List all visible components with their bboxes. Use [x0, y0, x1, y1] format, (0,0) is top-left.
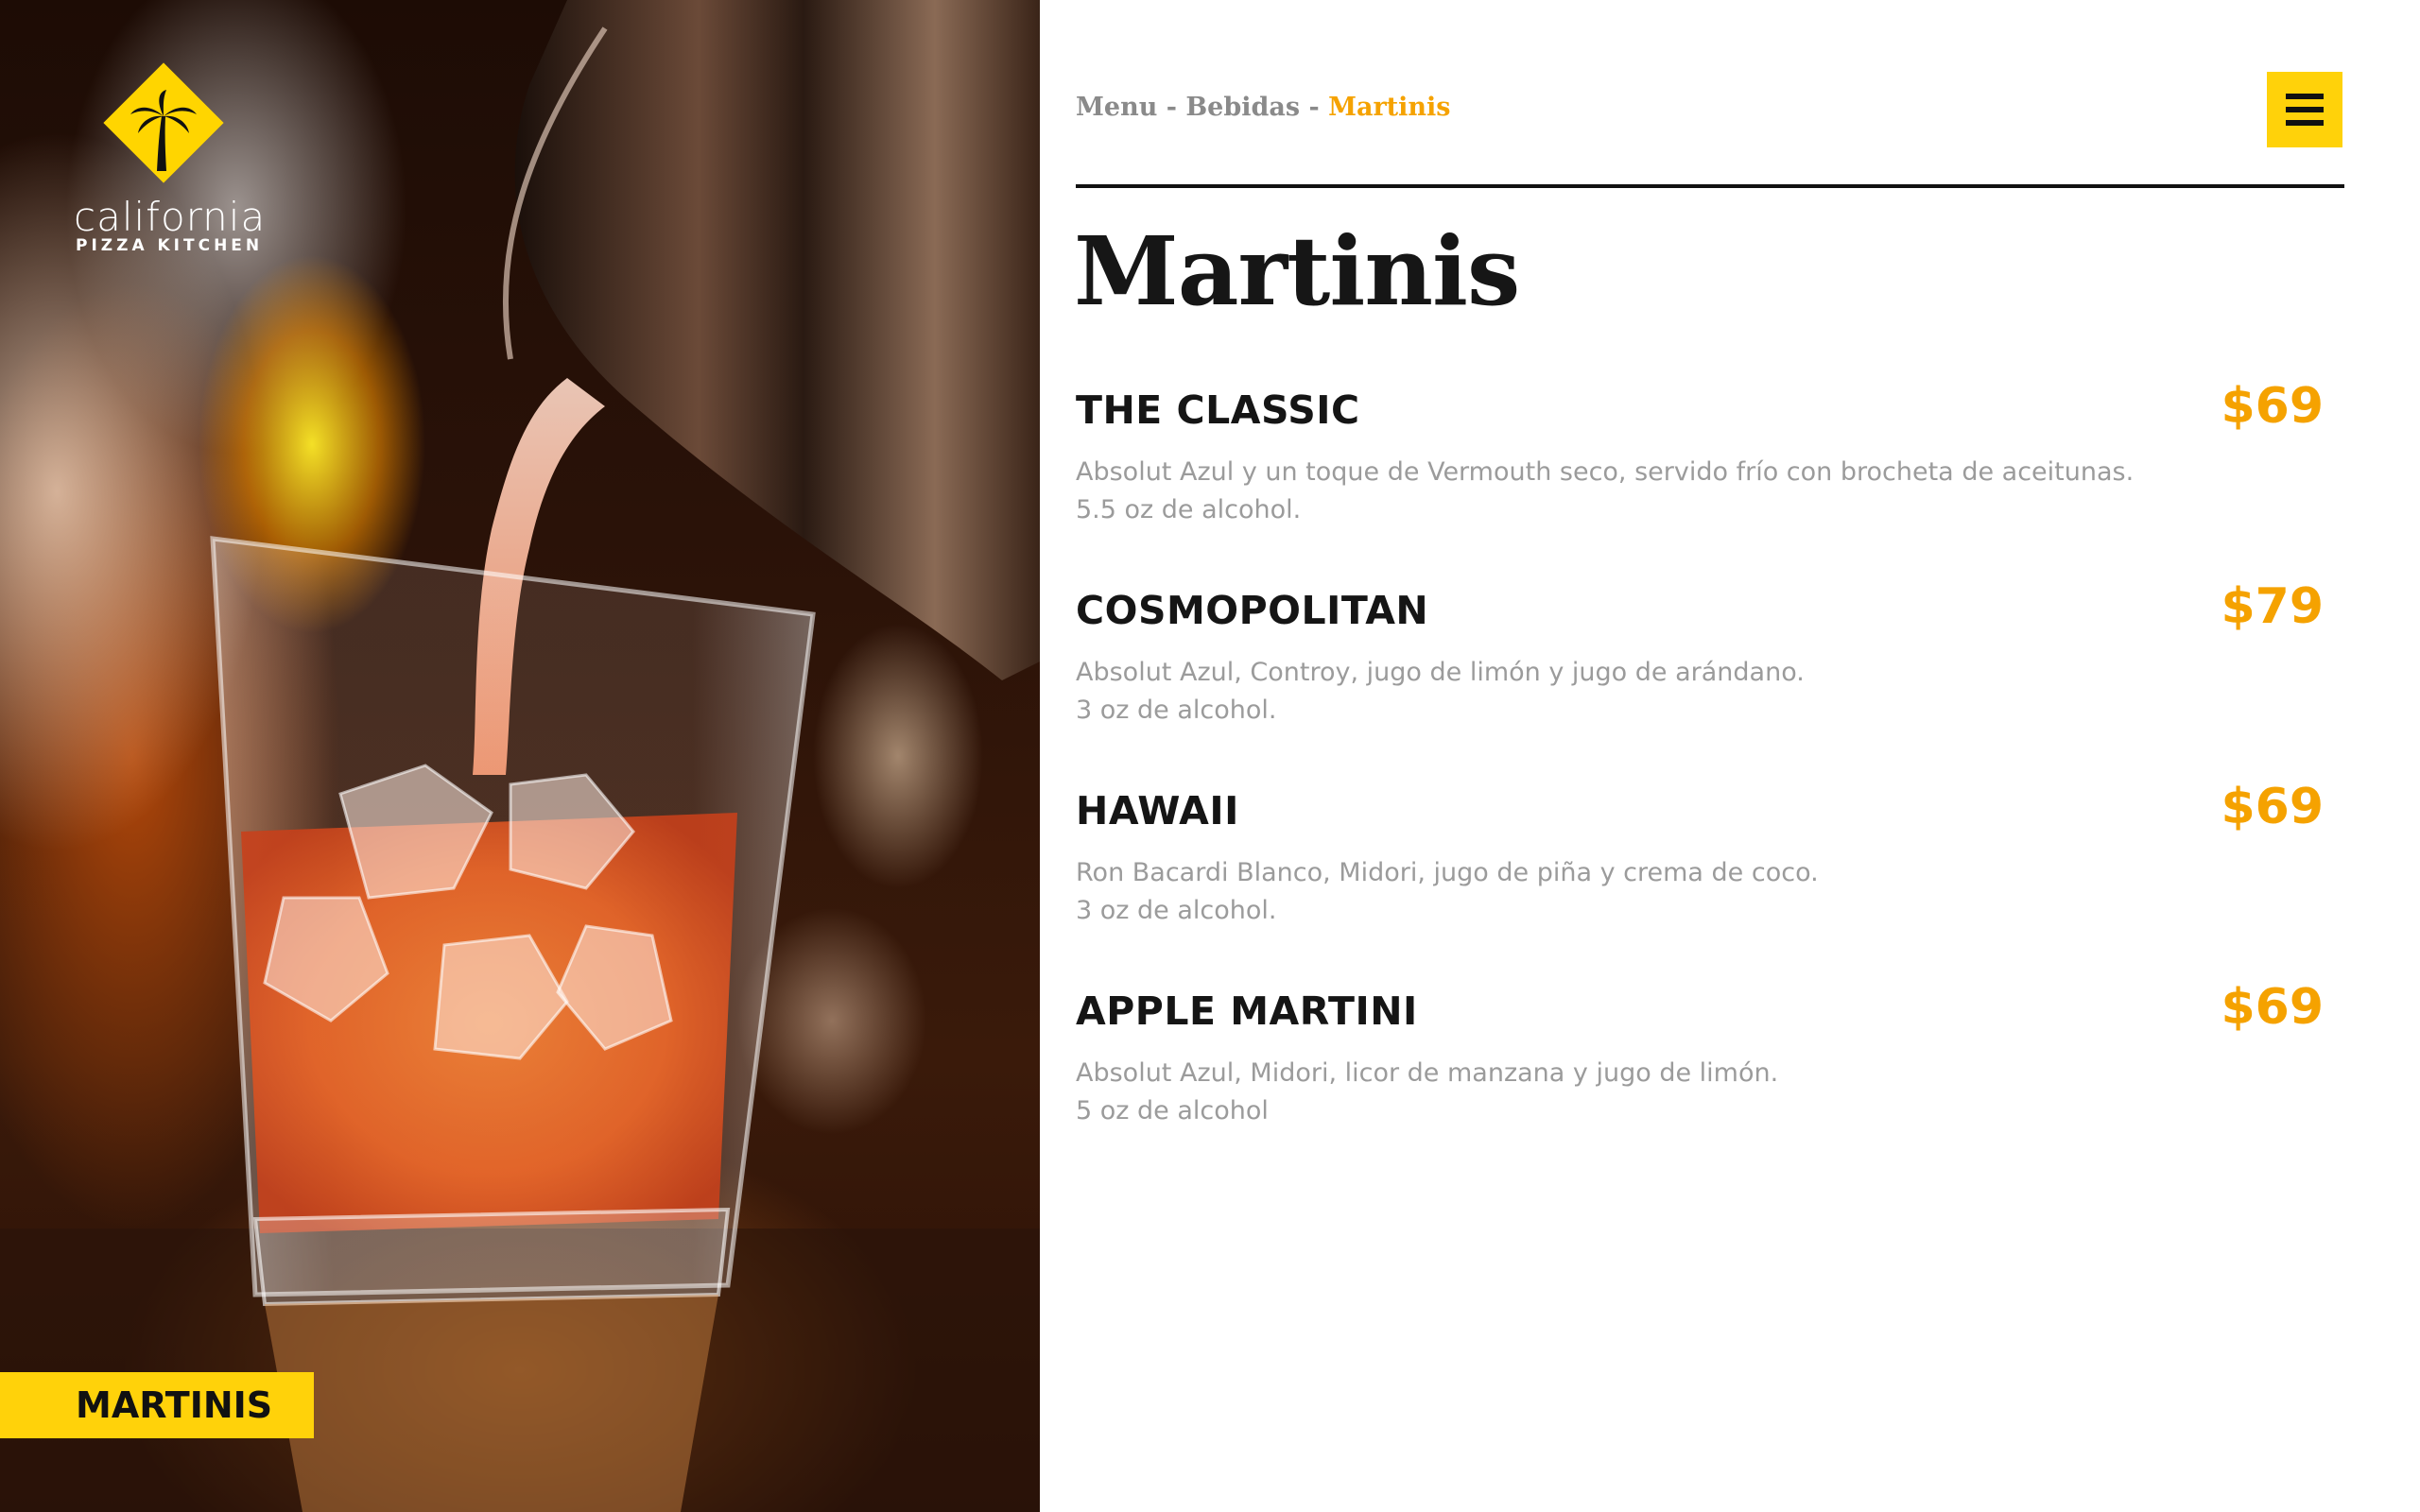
- palm-tree-icon: [130, 90, 197, 171]
- menu-item-description: Ron Bacardi Blanco, Midori, jugo de piña…: [1076, 854, 1819, 930]
- logo-subtitle: PIZZA KITCHEN: [76, 236, 264, 255]
- header-divider: [1076, 184, 2344, 188]
- page-title: Martinis: [1074, 215, 1520, 327]
- breadcrumb-item-bebidas[interactable]: Bebidas: [1185, 93, 1300, 122]
- menu-item-description: Absolut Azul, Controy, jugo de limón y j…: [1076, 654, 1805, 730]
- menu-item-price: $69: [2221, 979, 2324, 1036]
- menu-item-description: Absolut Azul y un toque de Vermouth seco…: [1076, 454, 2134, 529]
- description-text: Absolut Azul, Midori, licor de manzana y…: [1076, 1058, 1779, 1088]
- menu-item-name: APPLE MARTINI: [1076, 988, 1418, 1034]
- menu-button[interactable]: [2267, 72, 2342, 147]
- breadcrumb: Menu - Bebidas - Martinis: [1076, 93, 1451, 122]
- category-tag: MARTINIS: [0, 1372, 314, 1438]
- menu-item-name: THE CLASSIC: [1076, 387, 1360, 433]
- menu-item[interactable]: APPLE MARTINI $69 Absolut Azul, Midori, …: [1076, 979, 2324, 1159]
- hero-photo: california PIZZA KITCHEN MARTINIS: [0, 0, 1040, 1512]
- brand-logo[interactable]: california PIZZA KITCHEN: [74, 62, 320, 260]
- alcohol-text: 3 oz de alcohol.: [1076, 696, 1277, 725]
- alcohol-text: 5 oz de alcohol: [1076, 1096, 1269, 1125]
- alcohol-text: 5.5 oz de alcohol.: [1076, 495, 1302, 524]
- description-text: Ron Bacardi Blanco, Midori, jugo de piña…: [1076, 858, 1819, 887]
- menu-item[interactable]: COSMOPOLITAN $79 Absolut Azul, Controy, …: [1076, 578, 2324, 758]
- hamburger-menu-icon: [2286, 94, 2324, 126]
- menu-item[interactable]: HAWAII $69 Ron Bacardi Blanco, Midori, j…: [1076, 779, 2324, 958]
- description-text: Absolut Azul, Controy, jugo de limón y j…: [1076, 658, 1805, 687]
- menu-item-price: $69: [2221, 378, 2324, 435]
- breadcrumb-current: Martinis: [1328, 93, 1451, 122]
- alcohol-text: 3 oz de alcohol.: [1076, 896, 1277, 925]
- menu-item-name: COSMOPOLITAN: [1076, 588, 1429, 633]
- logo-wordmark: california: [74, 194, 267, 240]
- menu-item[interactable]: THE CLASSIC $69 Absolut Azul y un toque …: [1076, 378, 2324, 558]
- breadcrumb-separator: -: [1157, 93, 1186, 122]
- menu-item-price: $79: [2221, 578, 2324, 635]
- description-text: Absolut Azul y un toque de Vermouth seco…: [1076, 457, 2135, 487]
- menu-item-price: $69: [2221, 779, 2324, 835]
- menu-item-description: Absolut Azul, Midori, licor de manzana y…: [1076, 1055, 1778, 1130]
- menu-item-name: HAWAII: [1076, 788, 1239, 833]
- breadcrumb-separator: -: [1300, 93, 1329, 122]
- breadcrumb-item-menu[interactable]: Menu: [1076, 93, 1157, 122]
